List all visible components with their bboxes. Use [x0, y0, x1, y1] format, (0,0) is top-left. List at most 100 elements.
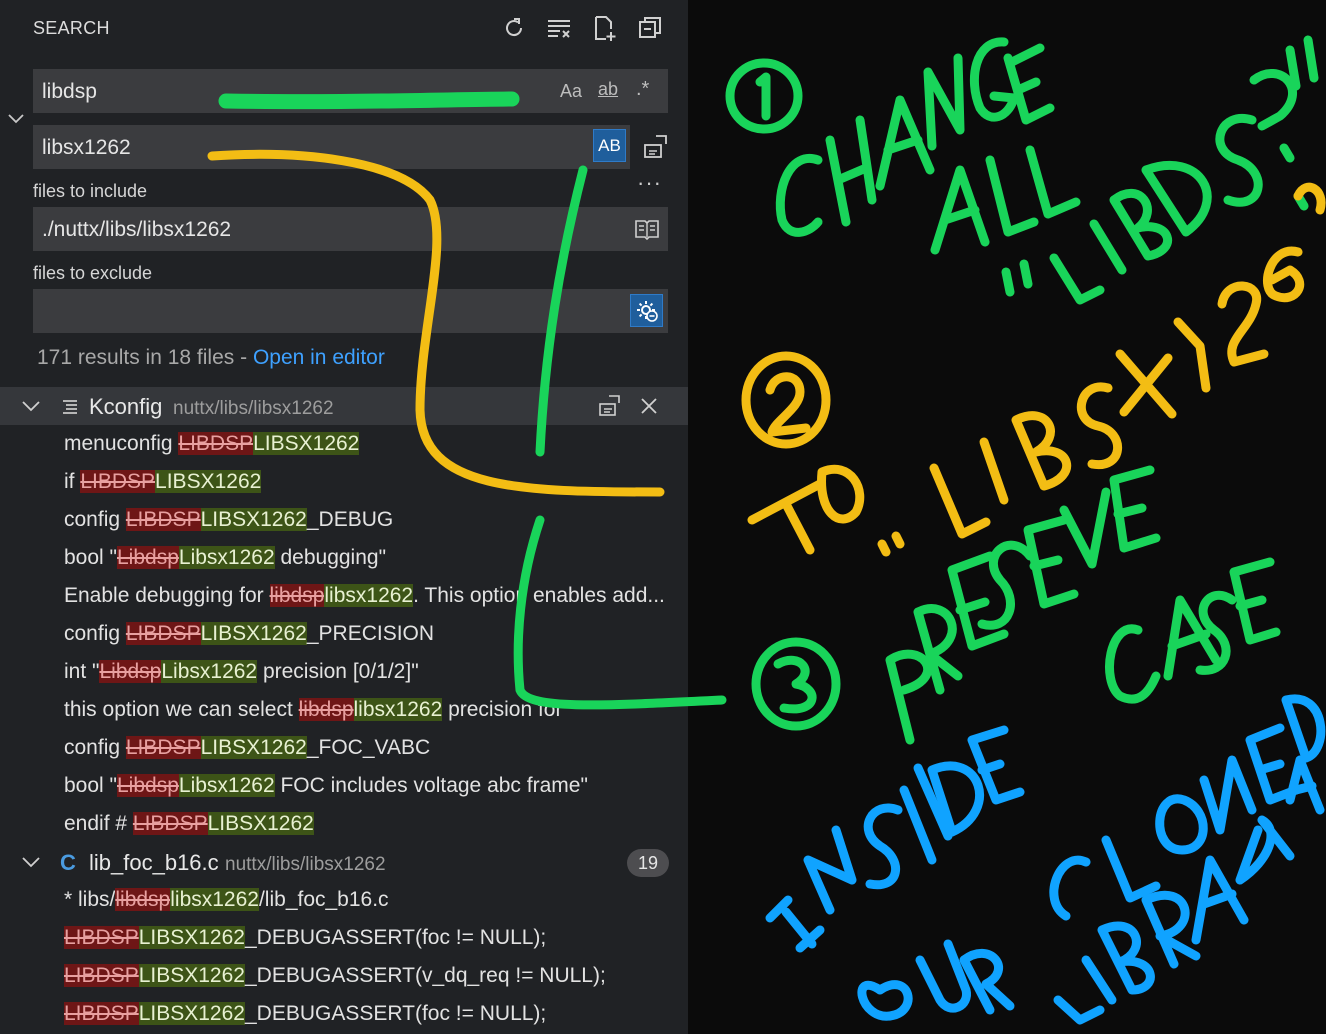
file-name: lib_foc_b16.c	[89, 850, 219, 875]
match-count-badge: 19	[627, 849, 669, 877]
match-row[interactable]: int "LibdspLibsx1262 precision [0/1/2]"	[64, 653, 688, 691]
clear-results-icon[interactable]	[545, 14, 573, 42]
match-ins: LIBSX1262	[200, 622, 307, 645]
match-row[interactable]: endif # LIBDSPLIBSX1262	[64, 805, 688, 843]
open-in-editor-link[interactable]: Open in editor	[253, 346, 385, 369]
file-result-lib-foc-b16[interactable]: C lib_foc_b16.c nuttx/libs/libsx1262 19	[0, 843, 688, 881]
exclude-label: files to exclude	[33, 263, 153, 283]
match-ins: LIBSX1262	[138, 926, 245, 949]
match-row[interactable]: if LIBDSPLIBSX1262	[64, 463, 688, 501]
match-post: FOC includes voltage abc frame"	[274, 774, 588, 797]
match-pre: menuconfig	[64, 432, 179, 455]
match-row[interactable]: LIBDSPLIBSX1262_DEBUGASSERT(v_dq_req != …	[64, 957, 688, 995]
replace-all-icon[interactable]	[642, 133, 670, 161]
match-ins: libsx1262	[353, 698, 443, 721]
match-post: precision [0/1/2]"	[257, 660, 419, 683]
match-del: LIBDSP	[125, 622, 201, 645]
match-ins: Libsx1262	[178, 546, 275, 569]
search-input-value: libdsp	[42, 80, 97, 103]
match-row[interactable]: LIBDSPLIBSX1262_DEBUGASSERT(foc != NULL)…	[64, 995, 688, 1033]
match-ins: libsx1262	[170, 888, 259, 911]
match-case-toggle[interactable]: Aa	[560, 81, 582, 102]
match-post: _DEBUGASSERT(foc != NULL);	[244, 1002, 547, 1025]
use-regex-toggle[interactable]: .*	[636, 78, 649, 101]
match-ins: LIBSX1262	[200, 508, 307, 531]
toggle-details-button[interactable]: ···	[637, 170, 662, 196]
match-del: LIBDSP	[178, 432, 254, 455]
match-pre: if	[64, 470, 81, 493]
match-post: _DEBUGASSERT(foc != NULL);	[244, 926, 547, 949]
match-ins: LIBSX1262	[138, 1002, 245, 1025]
match-ins: LIBSX1262	[253, 432, 360, 455]
match-pre: config	[64, 622, 126, 645]
match-row[interactable]: this option we can select libdsplibsx126…	[64, 691, 688, 729]
match-row[interactable]: bool "LibdspLibsx1262 debugging"	[64, 539, 688, 577]
match-pre: int "	[64, 660, 100, 683]
match-row[interactable]: Enable debugging for libdsplibsx1262. Th…	[64, 577, 688, 615]
match-row[interactable]: * libs/libdsplibsx1262/lib_foc_b16.c	[64, 881, 688, 919]
match-pre: Enable debugging for	[64, 584, 270, 607]
match-del: Libdsp	[117, 546, 179, 569]
match-row[interactable]: config LIBDSPLIBSX1262_FOC_VABC	[64, 729, 688, 767]
match-pre: config	[64, 508, 126, 531]
file-path: nuttx/libs/libsx1262	[225, 854, 386, 875]
match-post: debugging"	[274, 546, 387, 569]
panel-title: SEARCH	[33, 18, 110, 38]
match-post: _DEBUG	[306, 508, 394, 531]
match-post: _FOC_VABC	[306, 736, 431, 759]
exclude-input[interactable]	[33, 289, 668, 333]
preserve-case-button[interactable]: AB	[593, 129, 626, 162]
match-del: LIBDSP	[64, 926, 139, 949]
c-file-icon: C	[60, 850, 76, 875]
close-icon[interactable]	[639, 396, 659, 416]
match-row[interactable]: bool "LibdspLibsx1262 FOC includes volta…	[64, 767, 688, 805]
match-del: LIBDSP	[64, 964, 139, 987]
match-pre: config	[64, 736, 126, 759]
new-search-editor-icon[interactable]	[591, 14, 619, 42]
match-del: libdsp	[298, 698, 354, 721]
refresh-icon[interactable]	[500, 14, 528, 42]
match-post: /lib_foc_b16.c	[258, 888, 389, 911]
replace-all-in-file-icon[interactable]	[597, 394, 623, 418]
match-row[interactable]: menuconfig LIBDSPLIBSX1262	[64, 425, 688, 463]
match-del: Libdsp	[99, 660, 162, 683]
match-post: _PRECISION	[306, 622, 435, 645]
match-row[interactable]: config LIBDSPLIBSX1262_DEBUG	[64, 501, 688, 539]
match-del: LIBDSP	[125, 508, 201, 531]
match-post: _DEBUGASSERT(v_dq_req != NULL);	[244, 964, 606, 987]
collapse-all-icon[interactable]	[636, 14, 664, 42]
results-summary: 171 results in 18 files - Open in editor	[37, 346, 385, 370]
match-ins: LIBSX1262	[155, 470, 262, 493]
open-editors-only-icon[interactable]	[633, 217, 661, 241]
replace-input[interactable]: libsx1262	[33, 125, 630, 169]
match-whole-word-toggle[interactable]: ab	[598, 79, 618, 100]
match-del: libdsp	[115, 888, 171, 911]
match-pre: this option we can select	[64, 698, 299, 721]
match-del: libdsp	[269, 584, 325, 607]
chevron-down-icon[interactable]	[20, 854, 42, 870]
search-panel: SEARCH libdsp Aa ab .* libsx1262 AB ··· …	[0, 0, 688, 1034]
match-ins: LIBSX1262	[207, 812, 314, 835]
match-ins: libsx1262	[324, 584, 414, 607]
search-input[interactable]: libdsp Aa ab .*	[33, 69, 668, 113]
toggle-replace-chevron-icon[interactable]	[6, 110, 26, 126]
file-result-kconfig[interactable]: Kconfig nuttx/libs/libsx1262	[0, 387, 688, 425]
replace-input-value: libsx1262	[42, 136, 131, 159]
results-count: 171 results in 18 files -	[37, 346, 253, 369]
match-del: LIBDSP	[125, 736, 201, 759]
include-input-value: ./nuttx/libs/libsx1262	[42, 218, 232, 241]
match-del: Libdsp	[117, 774, 179, 797]
match-row[interactable]: LIBDSPLIBSX1262_DEBUGASSERT(foc != NULL)…	[64, 919, 688, 957]
match-ins: Libsx1262	[161, 660, 258, 683]
gear-icon	[637, 301, 658, 322]
use-exclude-settings-button[interactable]	[630, 294, 663, 327]
match-pre: * libs/	[64, 888, 116, 911]
match-pre: endif #	[64, 812, 133, 835]
include-input[interactable]: ./nuttx/libs/libsx1262	[33, 207, 668, 251]
match-row[interactable]: config LIBDSPLIBSX1262_PRECISION	[64, 615, 688, 653]
match-del: LIBDSP	[64, 1002, 139, 1025]
file-name: Kconfig	[89, 394, 163, 419]
match-del: LIBDSP	[80, 470, 156, 493]
include-label: files to include	[33, 181, 148, 201]
chevron-down-icon[interactable]	[20, 398, 42, 414]
